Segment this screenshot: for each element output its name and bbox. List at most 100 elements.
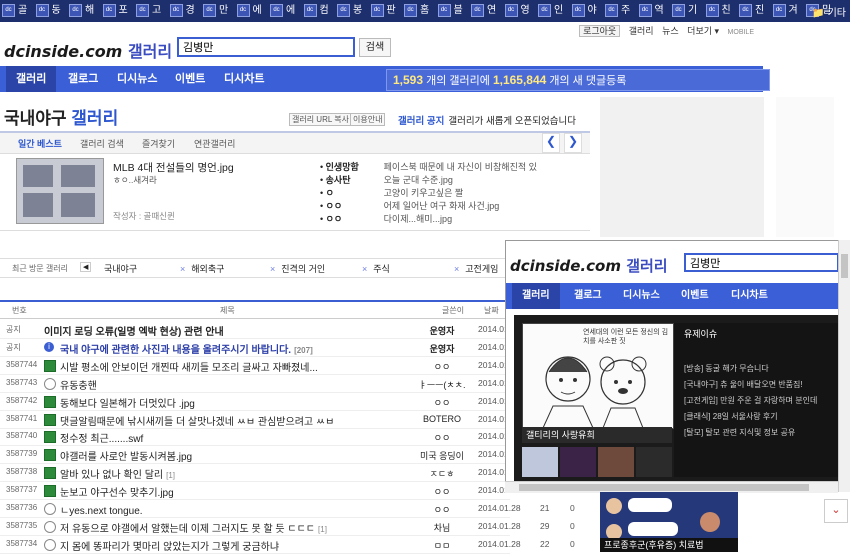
best-post-title[interactable]: MLB 4대 전설들의 명언.jpg [113, 160, 234, 175]
bookmark-item[interactable]: dc 인 [538, 4, 563, 18]
logout-button[interactable]: 로그아웃 [579, 25, 621, 37]
best-prev-button[interactable]: ❮ [542, 133, 560, 153]
issue-item[interactable]: [국내야구] 츄 울이 배달오면 반품짐! [684, 379, 803, 390]
post-row[interactable]: 3587740 정수정 최근.......swf ㅇㅇ 2014.01.28 [0, 428, 521, 447]
bookmark-item[interactable]: dc 판 [370, 4, 396, 18]
copy-url-button[interactable]: 갤러리 URL 복사 [289, 113, 352, 126]
bookmark-item[interactable]: dc 포 [102, 4, 128, 18]
post-row[interactable]: 3587736 ㄴyes.next tongue. ㅇㅇ 2014.01.28 21 0 [0, 500, 575, 518]
bookmark-item[interactable]: dc 블 [437, 4, 463, 18]
tab-related[interactable]: 연관갤러리 [194, 137, 235, 150]
best-next-button[interactable]: ❯ [564, 133, 582, 153]
best-rank-item[interactable]: • ㅇㅇ 어제 일어난 여구 화재 사건.jpg [320, 199, 499, 212]
nav-dcnews[interactable]: 디시뉴스 [117, 66, 157, 92]
post-title[interactable]: 알바 있나 없나 확인 달리 [1] [60, 466, 175, 481]
bookmark-item[interactable]: dc 동 [35, 4, 61, 18]
bookmark-item[interactable]: dc 에 [270, 4, 295, 18]
recent-item[interactable]: × 주식 [362, 262, 390, 275]
post-row[interactable]: 3587735 저 유동으로 야갤에서 알했는데 이제 그러지도 못 할 듯 ㄷㄷ… [0, 518, 575, 536]
more-menu[interactable]: 더보기 ▾ [687, 26, 719, 36]
post-writer[interactable]: 미국 응딩이 [412, 449, 472, 462]
popup-search-input[interactable] [684, 253, 839, 272]
bookmark-item[interactable]: dc 경 [169, 4, 195, 18]
popup-vertical-scrollbar[interactable] [838, 240, 850, 492]
bookmark-item[interactable]: dc 골 [2, 4, 27, 18]
post-writer[interactable]: ㅇㅇ [412, 360, 472, 373]
nav-gallery[interactable]: 갤러리 [6, 66, 57, 92]
nav-gallog[interactable]: 갤로그 [68, 66, 98, 92]
post-row[interactable]: 3587734 지 몸에 똥파리가 몇마리 앉았는지가 그렇게 궁금하냐 ㅁㅁ 201… [0, 536, 575, 554]
issue-item[interactable]: [클래식] 28일 서울사랑 후기 [684, 411, 778, 422]
cartoon-caption[interactable]: 갤티리의 사랑유희 [522, 427, 672, 443]
post-writer[interactable]: ㅇㅇ [412, 485, 472, 498]
news-link[interactable]: 뉴스 [662, 26, 679, 36]
post-title[interactable]: 국내 야구에 관련한 사진과 내용을 올려주시기 바랍니다. [207] [60, 341, 313, 356]
post-title[interactable]: 이미지 로딩 오류(일명 엑박 현상) 관련 안내 [44, 323, 224, 338]
bookmark-item[interactable]: dc 에 [236, 4, 262, 18]
gallery-link[interactable]: 갤러리 [629, 26, 654, 36]
guide-button[interactable]: 이용안내 [350, 113, 386, 126]
post-title[interactable]: 시발 평소에 안보이던 개찐따 새끼들 모조리 글싸고 자빠졌네... [60, 359, 318, 374]
post-title[interactable]: 지 몸에 똥파리가 몇마리 앉았는지가 그렇게 궁금하냐 [60, 538, 279, 553]
best-thumbnail[interactable] [16, 158, 104, 224]
comic-caption[interactable]: 프로종후군(후유증) 치료법 [600, 538, 738, 552]
recent-item[interactable]: 국내야구 [104, 262, 137, 275]
bookmark-item[interactable]: dc 야 [571, 4, 597, 18]
post-writer[interactable]: ㅈㄷㅎ [412, 467, 472, 480]
bookmark-item[interactable]: dc 고 [136, 4, 161, 18]
tab-gallery-search[interactable]: 갤러리 검색 [80, 137, 124, 150]
popup-nav-gallery[interactable]: 갤러리 [512, 283, 560, 309]
thumbnail[interactable] [636, 447, 672, 477]
bookmark-item[interactable]: dc 만 [203, 4, 228, 18]
post-row[interactable]: 3587741 댓글알림때문에 낚시새끼들 더 살맛나겠네 ㅆㅂ 관심받으려고 ㅆ… [0, 411, 521, 429]
overlay-window[interactable]: dcinside.com 갤러리 갤러리 갤로그 디시뉴스 이벤트 디시차트 연… [505, 240, 840, 482]
tab-daily-best[interactable]: 일간 베스트 [18, 137, 62, 150]
notice-row[interactable]: 공지 i 국내 야구에 관련한 사진과 내용을 올려주시기 바랍니다. [207] 운영… [0, 339, 521, 357]
post-writer[interactable]: 운영자 [412, 324, 472, 337]
recent-item[interactable]: × 진격의 거인 [270, 262, 325, 275]
post-title[interactable]: 야갤러를 사로안 발동시켜봄.jpg [60, 448, 192, 463]
popup-nav-dcnews[interactable]: 디시뉴스 [623, 283, 660, 309]
thumbnail[interactable] [560, 447, 596, 477]
post-row[interactable]: 3587738 알바 있나 없나 확인 달리 [1] ㅈㄷㅎ 2014.01.28 [0, 464, 521, 483]
post-writer[interactable]: ㅇㅇ [412, 396, 472, 409]
post-row[interactable]: 3587739 야갤러를 사로안 발동시켜봄.jpg 미국 응딩이 2014.01.2… [0, 446, 521, 465]
post-title[interactable]: 저 유동으로 야갤에서 알했는데 이제 그러지도 못 할 듯 ㄷㄷㄷ [1] [60, 520, 327, 535]
bookmark-item[interactable]: dc 영 [504, 4, 530, 18]
post-writer[interactable]: ㅇㅇ [412, 431, 472, 444]
best-rank-item[interactable]: • 송사탄 오늘 군대 수준.jpg [320, 173, 453, 186]
bookmark-item[interactable]: dc 주 [605, 4, 630, 18]
recent-item[interactable]: × 고전게임 [454, 262, 498, 275]
recent-item[interactable]: × 해외축구 [180, 262, 224, 275]
nav-event[interactable]: 이벤트 [175, 66, 205, 92]
popup-nav-dcchart[interactable]: 디시차트 [731, 283, 768, 309]
post-writer[interactable]: ㅇㅇ [412, 503, 472, 516]
bookmark-item[interactable]: dc 연 [471, 4, 496, 18]
best-rank-item[interactable]: • ㅇㅇ 다이제...해미...jpg [320, 212, 452, 225]
issue-item[interactable]: [방송] 동굴 해가 무습니다 [684, 363, 769, 374]
post-writer[interactable]: ㅁㅁ [412, 539, 472, 552]
issue-item[interactable]: [탈모] 탈모 관련 지식및 정보 공유 [684, 427, 795, 438]
bookmark-item[interactable]: dc 컴 [303, 4, 329, 18]
bookmark-item[interactable]: dc 해 [69, 4, 94, 18]
post-row[interactable]: 3587737 눈보고 야구선수 맞추기.jpg ㅇㅇ 2014.01.28 [0, 482, 521, 501]
popup-nav-gallog[interactable]: 갤로그 [574, 283, 602, 309]
cartoon-image[interactable]: 연세대의 이런 모든 정신의 김치를 사소판 짓 [522, 323, 674, 429]
post-title[interactable]: 눈보고 야구선수 맞추기.jpg [60, 484, 174, 499]
popup-logo[interactable]: dcinside.com 갤러리 [510, 255, 668, 276]
bookmark-item[interactable]: dc 역 [638, 4, 664, 18]
bookmark-item[interactable]: dc 기 [672, 4, 697, 18]
post-row[interactable]: 3587742 동해보다 일본해가 더멋있다 .jpg ㅇㅇ 2014.01.28 [0, 393, 521, 411]
post-writer[interactable]: BOTERO [412, 414, 472, 424]
post-writer[interactable]: 운영자 [412, 342, 472, 355]
tab-favorites[interactable]: 즐겨찾기 [142, 137, 175, 150]
post-title[interactable]: 정수정 최근.......swf [60, 430, 143, 445]
best-rank-item[interactable]: • 인생망함 페이스북 때문에 내 자신이 비참해진적 있 [320, 160, 537, 173]
post-row[interactable]: 3587743 유동충핸 ㅑㅡㅡ(ㅊㅊ. 2014.01.28 [0, 375, 521, 393]
post-writer[interactable]: 차님 [412, 521, 472, 534]
bookmark-item[interactable]: dc 진 [739, 4, 764, 18]
thumbnail[interactable] [522, 447, 558, 477]
gallery-notice[interactable]: 갤러리 공지 갤러리가 새롭게 오픈되었습니다 [398, 113, 576, 127]
bookmark-item[interactable]: dc 친 [705, 4, 731, 18]
mobile-link[interactable]: MOBILE [728, 29, 754, 36]
